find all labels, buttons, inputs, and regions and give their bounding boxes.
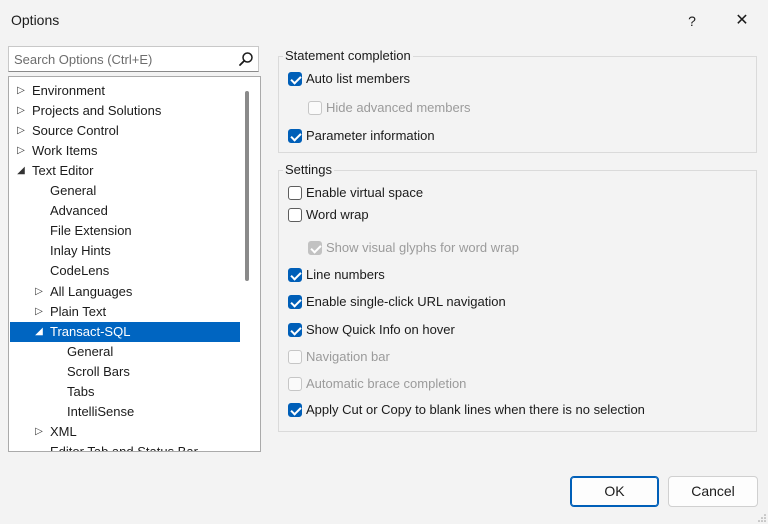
tree-item-label: Inlay Hints [50, 243, 111, 258]
title-bar: Options ? ✕ [0, 0, 768, 40]
line-numbers-label: Line numbers [306, 267, 385, 282]
tree-item-label: Source Control [32, 123, 119, 138]
tree-item-codelens[interactable]: CodeLens [10, 261, 240, 281]
close-icon[interactable]: ✕ [720, 8, 764, 34]
help-button[interactable]: ? [670, 8, 714, 34]
quick-info-label: Show Quick Info on hover [306, 322, 455, 337]
tree-item-environment[interactable]: ▷ Environment [10, 81, 240, 101]
tree-item-intellisense[interactable]: IntelliSense [10, 402, 240, 422]
url-navigation-checkbox[interactable] [288, 295, 302, 309]
url-navigation-label: Enable single-click URL navigation [306, 294, 506, 309]
cancel-button[interactable]: Cancel [668, 476, 758, 507]
tree-item-all-languages[interactable]: ▷ All Languages [10, 282, 240, 302]
tree-item-plain-text[interactable]: ▷ Plain Text [10, 302, 240, 322]
tree-item-label: Projects and Solutions [32, 103, 162, 118]
tree-item-label: Text Editor [32, 163, 94, 178]
tree-item-label: General [67, 344, 114, 359]
tree-item-label: All Languages [50, 284, 133, 299]
tree-item-source-control[interactable]: ▷ Source Control [10, 121, 240, 141]
tree-item-work-items[interactable]: ▷ Work Items [10, 141, 240, 161]
line-numbers-checkbox[interactable] [288, 268, 302, 282]
expand-arrow-icon[interactable]: ▷ [15, 141, 27, 161]
expand-arrow-icon[interactable]: ▷ [33, 282, 45, 302]
tree-item-label: XML [50, 424, 77, 439]
tree-item-label: File Extension [50, 223, 132, 238]
tree-item-transact-sql[interactable]: ◢ Transact-SQL [10, 322, 240, 342]
tree-item-label: Transact-SQL [50, 324, 131, 339]
ok-button[interactable]: OK [570, 476, 659, 507]
parameter-information-label: Parameter information [306, 128, 435, 143]
expand-arrow-icon[interactable]: ▷ [15, 121, 27, 141]
tree-scrollbar[interactable] [245, 91, 249, 281]
window-title: Options [11, 12, 60, 28]
tree-item-advanced[interactable]: Advanced [10, 201, 240, 221]
auto-list-members-label: Auto list members [306, 71, 411, 86]
search-icon[interactable] [238, 51, 254, 67]
expand-arrow-icon[interactable]: ▷ [15, 81, 27, 101]
expand-arrow-icon[interactable]: ▷ [15, 101, 27, 121]
tree-item-general[interactable]: General [10, 181, 240, 201]
tree-item-label: Environment [32, 83, 105, 98]
visual-glyphs-checkbox[interactable] [308, 241, 322, 255]
tree-item-editor-tab-and-status-bar[interactable]: Editor Tab and Status Bar [10, 442, 240, 452]
brace-completion-checkbox[interactable] [288, 377, 302, 391]
tree-item-label: Editor Tab and Status Bar [50, 444, 198, 452]
tree-item-label: Scroll Bars [67, 364, 130, 379]
tree-item-label: CodeLens [50, 263, 110, 278]
tree-item-scroll-bars[interactable]: Scroll Bars [10, 362, 240, 382]
tree-item-tabs[interactable]: Tabs [10, 382, 240, 402]
hide-advanced-members-checkbox[interactable] [308, 101, 322, 115]
tree-item-label: Work Items [32, 143, 98, 158]
statement-completion-title: Statement completion [283, 48, 413, 63]
tree-item-xml[interactable]: ▷ XML [10, 422, 240, 442]
tree-item-label: Plain Text [50, 304, 107, 319]
options-tree[interactable]: ▷ Environment ▷ Projects and Solutions ▷… [8, 76, 261, 452]
collapse-arrow-icon[interactable]: ◢ [33, 322, 45, 342]
resize-grip-icon[interactable] [758, 514, 766, 522]
tree-item-label: IntelliSense [67, 404, 135, 419]
search-input[interactable] [9, 47, 234, 71]
hide-advanced-members-label: Hide advanced members [326, 100, 471, 115]
auto-list-members-checkbox[interactable] [288, 72, 302, 86]
visual-glyphs-label: Show visual glyphs for word wrap [326, 240, 519, 255]
search-box[interactable] [8, 46, 259, 72]
brace-completion-label: Automatic brace completion [306, 376, 467, 391]
tree-item-file-extension[interactable]: File Extension [10, 221, 240, 241]
tree-item-label: Tabs [67, 384, 95, 399]
quick-info-checkbox[interactable] [288, 323, 302, 337]
parameter-information-checkbox[interactable] [288, 129, 302, 143]
virtual-space-checkbox[interactable] [288, 186, 302, 200]
tree-item-inlay-hints[interactable]: Inlay Hints [10, 241, 240, 261]
settings-title: Settings [283, 162, 334, 177]
tree-item-label: Advanced [50, 203, 108, 218]
cut-copy-blank-lines-checkbox[interactable] [288, 403, 302, 417]
navigation-bar-label: Navigation bar [306, 349, 390, 364]
expand-arrow-icon[interactable]: ▷ [33, 302, 45, 322]
expand-arrow-icon[interactable]: ▷ [33, 422, 45, 442]
cut-copy-blank-lines-label: Apply Cut or Copy to blank lines when th… [306, 402, 645, 417]
tree-item-label: General [50, 183, 97, 198]
word-wrap-label: Word wrap [306, 207, 369, 222]
word-wrap-checkbox[interactable] [288, 208, 302, 222]
navigation-bar-checkbox[interactable] [288, 350, 302, 364]
virtual-space-label: Enable virtual space [306, 185, 424, 200]
tree-item-text-editor[interactable]: ◢ Text Editor [10, 161, 240, 181]
tree-item-sql-general[interactable]: General [10, 342, 240, 362]
tree-item-projects-and-solutions[interactable]: ▷ Projects and Solutions [10, 101, 240, 121]
collapse-arrow-icon[interactable]: ◢ [15, 161, 27, 181]
